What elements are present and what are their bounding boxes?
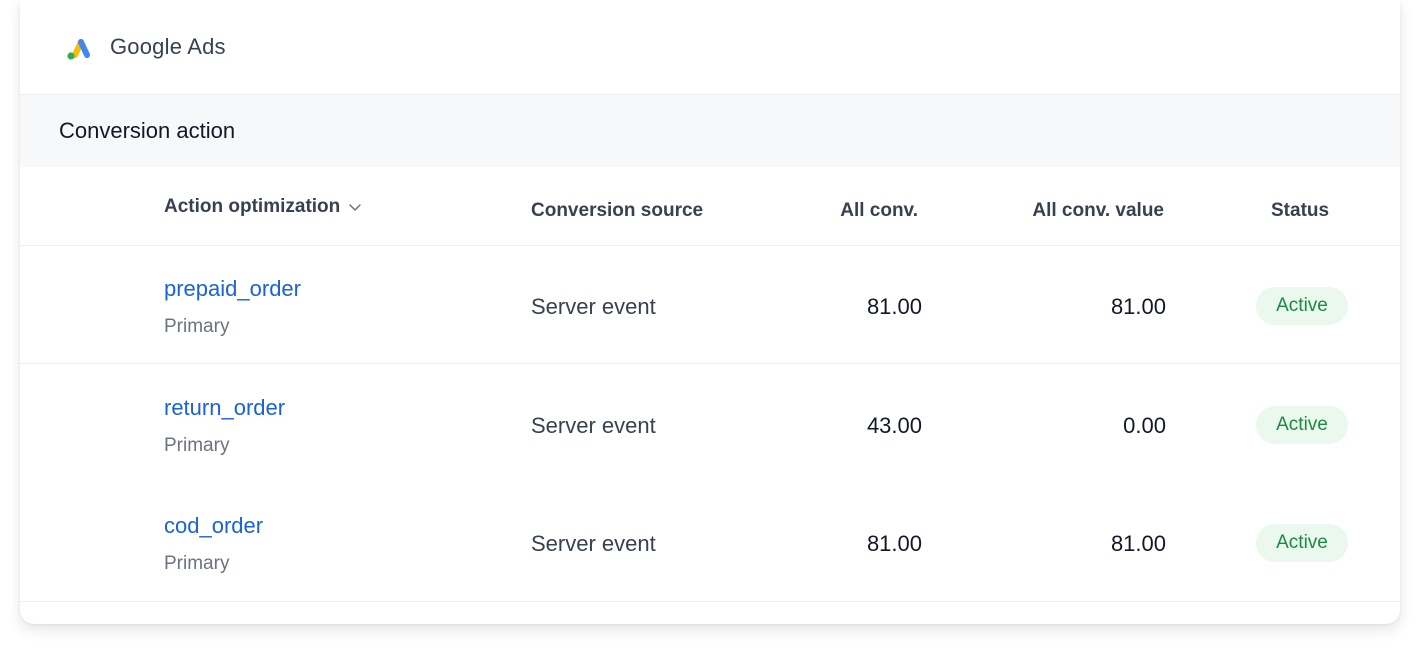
- all-conv-value: 81.00: [866, 531, 922, 556]
- brand-header: Google Ads: [20, 0, 1400, 95]
- status-badge: Active: [1256, 524, 1348, 562]
- optimization-type: Primary: [164, 553, 230, 574]
- status-badge: Active: [1256, 406, 1348, 444]
- conversion-source: Server event: [531, 294, 656, 319]
- optimization-type: Primary: [164, 435, 230, 456]
- optimization-type: Primary: [164, 316, 230, 337]
- table-header: Action optimization Conversion source Al…: [20, 167, 1400, 246]
- conversion-action-link[interactable]: return_order: [164, 395, 285, 421]
- all-conv-value-amount: 81.00: [1110, 294, 1166, 319]
- all-conv-value-amount: 81.00: [1110, 531, 1166, 556]
- section-header: Conversion action: [20, 95, 1400, 167]
- conversion-action-link[interactable]: prepaid_order: [164, 276, 301, 302]
- all-conv-value: 43.00: [866, 413, 922, 438]
- all-conv-value: 81.00: [866, 294, 922, 319]
- section-title: Conversion action: [59, 118, 236, 143]
- column-header-status: Status: [1271, 200, 1330, 221]
- column-header-all-conv-value: All conv. value: [1032, 200, 1164, 221]
- table-row: return_order Primary Server event 43.00 …: [20, 365, 1400, 483]
- conversion-action-link[interactable]: cod_order: [164, 513, 263, 539]
- table-row: cod_order Primary Server event 81.00 81.…: [20, 483, 1400, 602]
- conversion-source: Server event: [531, 531, 656, 556]
- column-header-action-optimization[interactable]: Action optimization: [164, 196, 362, 218]
- table-row: prepaid_order Primary Server event 81.00…: [20, 246, 1400, 364]
- brand-name: Google Ads: [110, 34, 226, 59]
- column-header-conversion-source: Conversion source: [531, 200, 704, 221]
- google-ads-logo-icon: [67, 39, 90, 60]
- conversion-actions-card: Google Ads Conversion action Action opti…: [20, 0, 1400, 624]
- column-header-all-conv: All conv.: [840, 200, 918, 221]
- all-conv-value-amount: 0.00: [1123, 413, 1166, 438]
- conversion-source: Server event: [531, 413, 656, 438]
- chevron-down-icon: [349, 204, 362, 211]
- column-header-label: Action optimization: [164, 196, 341, 217]
- status-badge: Active: [1256, 287, 1348, 325]
